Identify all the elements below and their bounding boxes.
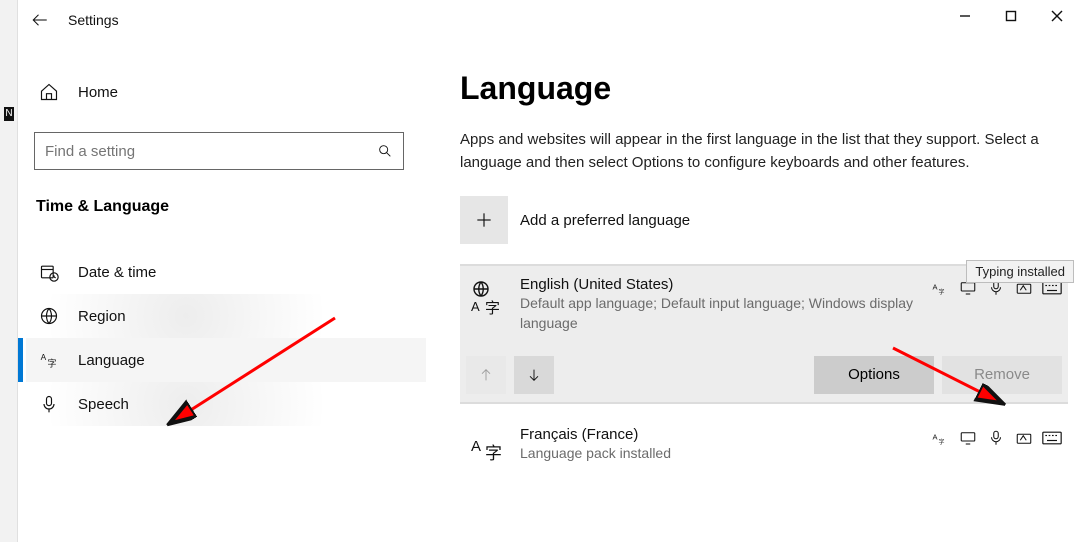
search-input[interactable] bbox=[45, 143, 377, 160]
language-glyph-icon: A 字 bbox=[466, 426, 508, 468]
globe-icon bbox=[38, 305, 60, 327]
maximize-button[interactable] bbox=[988, 0, 1034, 32]
options-button[interactable]: Options bbox=[814, 356, 934, 394]
page-description: Apps and websites will appear in the fir… bbox=[460, 129, 1060, 174]
sidebar-item-label: Region bbox=[78, 308, 126, 325]
add-language-button[interactable]: Add a preferred language bbox=[460, 196, 1068, 244]
sidebar-item-label: Speech bbox=[78, 396, 129, 413]
svg-text:字: 字 bbox=[939, 438, 945, 446]
left-browser-edge: N bbox=[0, 0, 18, 542]
back-button[interactable] bbox=[18, 0, 62, 40]
language-item-english[interactable]: A 字 English (United States) Default app … bbox=[460, 266, 1068, 402]
sidebar-item-date-time[interactable]: Date & time bbox=[26, 250, 426, 294]
search-box[interactable] bbox=[34, 132, 404, 170]
window-title: Settings bbox=[62, 12, 119, 28]
svg-text:字: 字 bbox=[47, 358, 56, 369]
microphone-icon bbox=[38, 393, 60, 415]
svg-text:字: 字 bbox=[485, 444, 502, 463]
language-name: Français (France) bbox=[520, 426, 930, 443]
sidebar-item-home[interactable]: Home bbox=[26, 70, 426, 114]
svg-text:A: A bbox=[471, 299, 480, 314]
sidebar-item-label: Home bbox=[78, 84, 118, 101]
move-up-button[interactable] bbox=[466, 356, 506, 394]
svg-text:A: A bbox=[471, 438, 481, 455]
svg-text:A: A bbox=[933, 283, 938, 292]
main-content: Language Apps and websites will appear i… bbox=[460, 70, 1068, 542]
titlebar: Settings bbox=[18, 0, 1080, 40]
language-feature-icons: A字 bbox=[930, 426, 1062, 448]
typing-installed-tooltip: Typing installed bbox=[966, 260, 1074, 283]
remove-button[interactable]: Remove bbox=[942, 356, 1062, 394]
language-name: English (United States) bbox=[520, 276, 930, 293]
svg-text:A: A bbox=[933, 432, 938, 441]
display-icon bbox=[958, 428, 978, 448]
sidebar-section-title: Time & Language bbox=[26, 188, 426, 240]
home-icon bbox=[38, 81, 60, 103]
minimize-button[interactable] bbox=[942, 0, 988, 32]
close-button[interactable] bbox=[1034, 0, 1080, 32]
sidebar-item-label: Language bbox=[78, 352, 145, 369]
handwriting-icon bbox=[1014, 428, 1034, 448]
text-to-speech-icon: A字 bbox=[930, 278, 950, 298]
keyboard-icon bbox=[1042, 428, 1062, 448]
minimize-icon bbox=[959, 10, 971, 22]
calendar-clock-icon bbox=[38, 261, 60, 283]
close-icon bbox=[1051, 10, 1063, 22]
sidebar-item-label: Date & time bbox=[78, 264, 156, 281]
move-down-button[interactable] bbox=[514, 356, 554, 394]
text-to-speech-icon: A字 bbox=[930, 428, 950, 448]
plus-icon bbox=[460, 196, 508, 244]
page-title: Language bbox=[460, 70, 1068, 107]
sidebar-item-region[interactable]: Region bbox=[26, 294, 426, 338]
language-subtitle: Default app language; Default input lang… bbox=[520, 293, 930, 334]
language-subtitle: Language pack installed bbox=[520, 443, 930, 463]
sidebar-item-language[interactable]: A字 Language bbox=[26, 338, 426, 382]
language-item-french[interactable]: A 字 Français (France) Language pack inst… bbox=[460, 416, 1068, 476]
maximize-icon bbox=[1005, 10, 1017, 22]
language-glyph-icon: A 字 bbox=[466, 276, 508, 318]
arrow-left-icon bbox=[31, 11, 49, 29]
svg-text:字: 字 bbox=[485, 300, 500, 317]
svg-text:字: 字 bbox=[939, 288, 945, 296]
language-icon: A字 bbox=[38, 349, 60, 371]
arrow-down-icon bbox=[526, 367, 542, 383]
sidebar-item-speech[interactable]: Speech bbox=[26, 382, 426, 426]
tab-mark: N bbox=[4, 107, 14, 121]
search-icon bbox=[377, 143, 393, 159]
add-language-label: Add a preferred language bbox=[520, 212, 690, 229]
arrow-up-icon bbox=[478, 367, 494, 383]
sidebar: Home Time & Language Date & time Region … bbox=[26, 70, 426, 426]
speech-icon bbox=[986, 428, 1006, 448]
svg-text:A: A bbox=[41, 352, 47, 362]
